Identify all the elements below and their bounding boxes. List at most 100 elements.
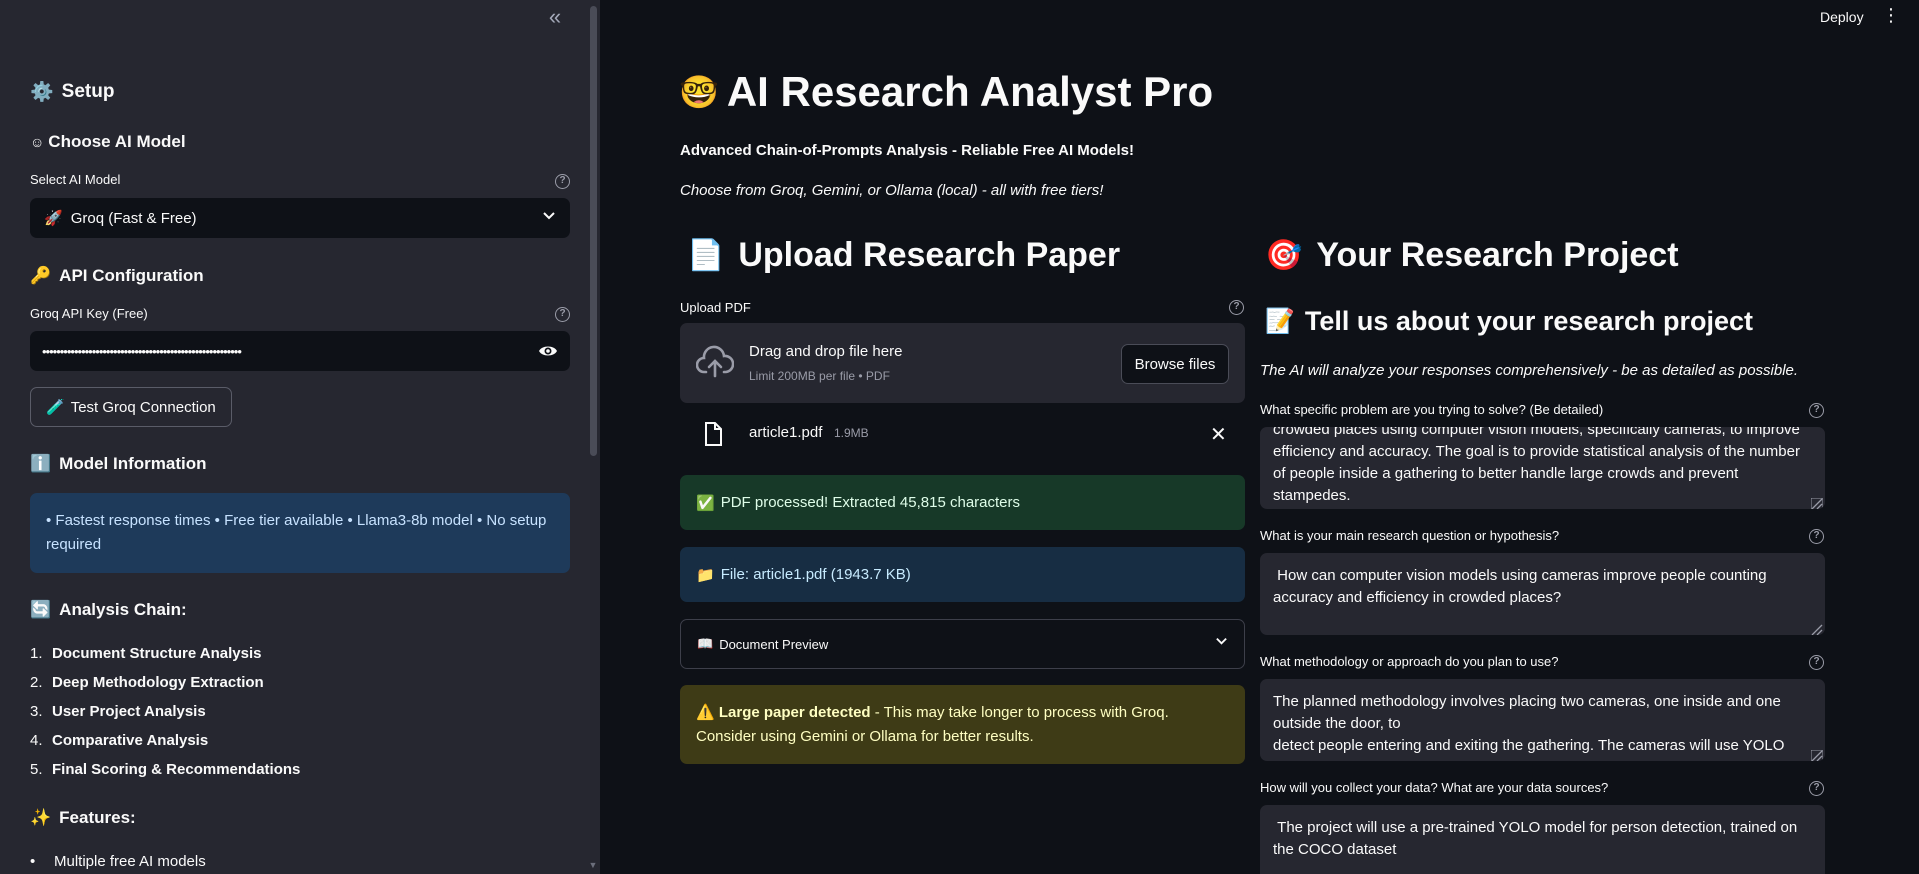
folder-icon: 📁 [696,566,715,584]
model-info-title: Model Information [59,454,207,473]
resize-handle-icon[interactable] [1811,621,1823,635]
file-name: article1.pdf [749,424,823,441]
problem-textarea[interactable]: crowded places using computer vision mod… [1260,427,1825,509]
resize-handle-icon[interactable] [1810,495,1824,509]
methodology-label: What methodology or approach do you plan… [1260,654,1559,669]
help-icon[interactable]: ? [1229,300,1244,315]
help-icon[interactable]: ? [1809,403,1824,418]
deploy-button[interactable]: Deploy [1820,9,1864,25]
file-info-text: File: article1.pdf (1943.7 KB) [720,566,911,583]
setup-heading: ⚙️ Setup [30,80,114,104]
collapse-sidebar-icon[interactable]: « [542,6,568,30]
file-info-alert: 📁 File: article1.pdf (1943.7 KB) [680,547,1245,602]
target-icon: 🎯 [1265,239,1303,272]
problem-value: crowded places using computer vision mod… [1273,427,1805,504]
success-alert: ✅ PDF processed! Extracted 45,815 charac… [680,475,1245,530]
methodology-value: The planned methodology involves placing… [1273,693,1785,754]
document-preview-label: Document Preview [719,636,829,652]
refresh-icon: 🔄 [30,600,52,619]
upload-title: Upload Research Paper [738,236,1121,274]
dropzone-limit: Limit 200MB per file • PDF [749,369,890,383]
help-icon[interactable]: ? [1809,655,1824,670]
help-icon[interactable]: ? [1809,529,1824,544]
sidebar: « ▼ ⚙️ Setup ☺ Choose AI Model Select AI… [0,0,600,874]
list-item: 1. Document Structure Analysis [30,645,262,662]
scroll-down-icon[interactable]: ▼ [587,860,599,870]
browse-files-button[interactable]: Browse files [1121,344,1229,384]
problem-label: What specific problem are you trying to … [1260,402,1604,417]
setup-title: Setup [61,81,115,102]
warning-bold: Large paper detected [718,703,871,721]
help-icon[interactable]: ? [1809,781,1824,796]
gear-icon: ⚙️ [30,82,54,103]
test-tube-icon: 🧪 [46,399,65,416]
features-heading: ✨ Features: [30,808,136,828]
features-title: Features: [59,808,136,827]
api-config-heading: 🔑 API Configuration [30,266,204,286]
eye-icon[interactable] [538,341,558,361]
choose-model-title: Choose AI Model [48,132,186,151]
chevron-down-icon [1215,634,1228,650]
file-dropzone[interactable]: Drag and drop file here Limit 200MB per … [680,323,1245,403]
methodology-textarea[interactable]: The planned methodology involves placing… [1260,679,1825,761]
key-icon: 🔑 [30,266,52,285]
research-question-value: How can computer vision models using cam… [1273,567,1771,606]
success-text: PDF processed! Extracted 45,815 characte… [720,494,1020,511]
list-item: 4. Comparative Analysis [30,732,209,749]
model-info-box: • Fastest response times • Free tier ava… [30,493,570,573]
api-key-value: ••••••••••••••••••••••••••••••••••••••••… [42,343,242,359]
file-size: 1.9MB [834,426,869,440]
research-question-textarea[interactable]: How can computer vision models using cam… [1260,553,1825,635]
features-list: Multiple free AI models [30,853,206,870]
document-preview-expander[interactable]: 📖 Document Preview [680,619,1245,669]
api-key-label: Groq API Key (Free) [30,306,148,321]
choose-model-heading: ☺ Choose AI Model [30,132,186,152]
analysis-chain-heading: 🔄 Analysis Chain: [30,600,187,620]
uploaded-file-row: article1.pdf 1.9MB ✕ [680,412,1245,456]
project-caption: The AI will analyze your responses compr… [1260,362,1799,379]
api-config-title: API Configuration [59,266,204,285]
page-subtitle: Advanced Chain-of-Prompts Analysis - Rel… [680,142,1134,159]
kebab-menu-icon[interactable]: ⋮ [1882,6,1900,24]
analysis-chain-list: 1. Document Structure Analysis 2. Deep Met… [30,645,300,790]
test-connection-label: Test Groq Connection [70,398,216,416]
list-item: 3. User Project Analysis [30,703,206,720]
list-item: 2. Deep Methodology Extraction [30,674,264,691]
model-select[interactable]: 🚀 Groq (Fast & Free) [30,198,570,238]
data-collection-textarea[interactable]: The project will use a pre-trained YOLO … [1260,805,1825,874]
model-info-heading: ℹ️ Model Information [30,454,207,474]
check-icon: ✅ [696,494,715,512]
list-item: 5. Final Scoring & Recommendations [30,761,301,778]
project-subheading: 📝 Tell us about your research project [1265,306,1753,337]
api-key-input[interactable]: ••••••••••••••••••••••••••••••••••••••••… [30,331,570,371]
book-icon: 📖 [697,636,714,651]
test-connection-button[interactable]: 🧪 Test Groq Connection [30,387,232,427]
warning-alert: ⚠️ Large paper detected - This may take … [680,685,1245,764]
sparkles-icon: ✨ [30,808,52,827]
help-icon[interactable]: ? [555,174,570,189]
info-icon: ℹ️ [30,454,52,473]
resize-handle-icon[interactable] [1810,747,1824,761]
upload-heading: 📄 Upload Research Paper [687,236,1120,275]
chevron-down-icon [542,208,556,225]
data-collection-value: The project will use a pre-trained YOLO … [1273,819,1802,858]
research-question-label: What is your main research question or h… [1260,528,1560,543]
rocket-icon: 🚀 [44,210,63,227]
cloud-upload-icon [695,345,735,379]
file-icon [704,422,722,446]
document-icon: 📄 [687,239,725,272]
page-title-text: AI Research Analyst Pro [726,68,1214,115]
warning-content: ⚠️ Large paper detected - This may take … [696,701,1229,749]
sidebar-scrollbar-thumb[interactable] [590,6,597,456]
close-icon[interactable]: ✕ [1210,422,1227,447]
nerd-face-icon: 🤓 [679,74,719,110]
selected-model: Groq (Fast & Free) [70,209,197,227]
upload-pdf-label: Upload PDF [680,300,751,315]
warning-icon: ⚠️ [696,703,715,721]
page-subtitle-italic: Choose from Groq, Gemini, or Ollama (loc… [680,182,1104,199]
memo-icon: 📝 [1265,308,1295,335]
help-icon[interactable]: ? [555,307,570,322]
data-collection-label: How will you collect your data? What are… [1260,780,1609,795]
nerd-face-icon: ☺ [30,134,45,150]
project-subtitle: Tell us about your research project [1304,306,1754,336]
